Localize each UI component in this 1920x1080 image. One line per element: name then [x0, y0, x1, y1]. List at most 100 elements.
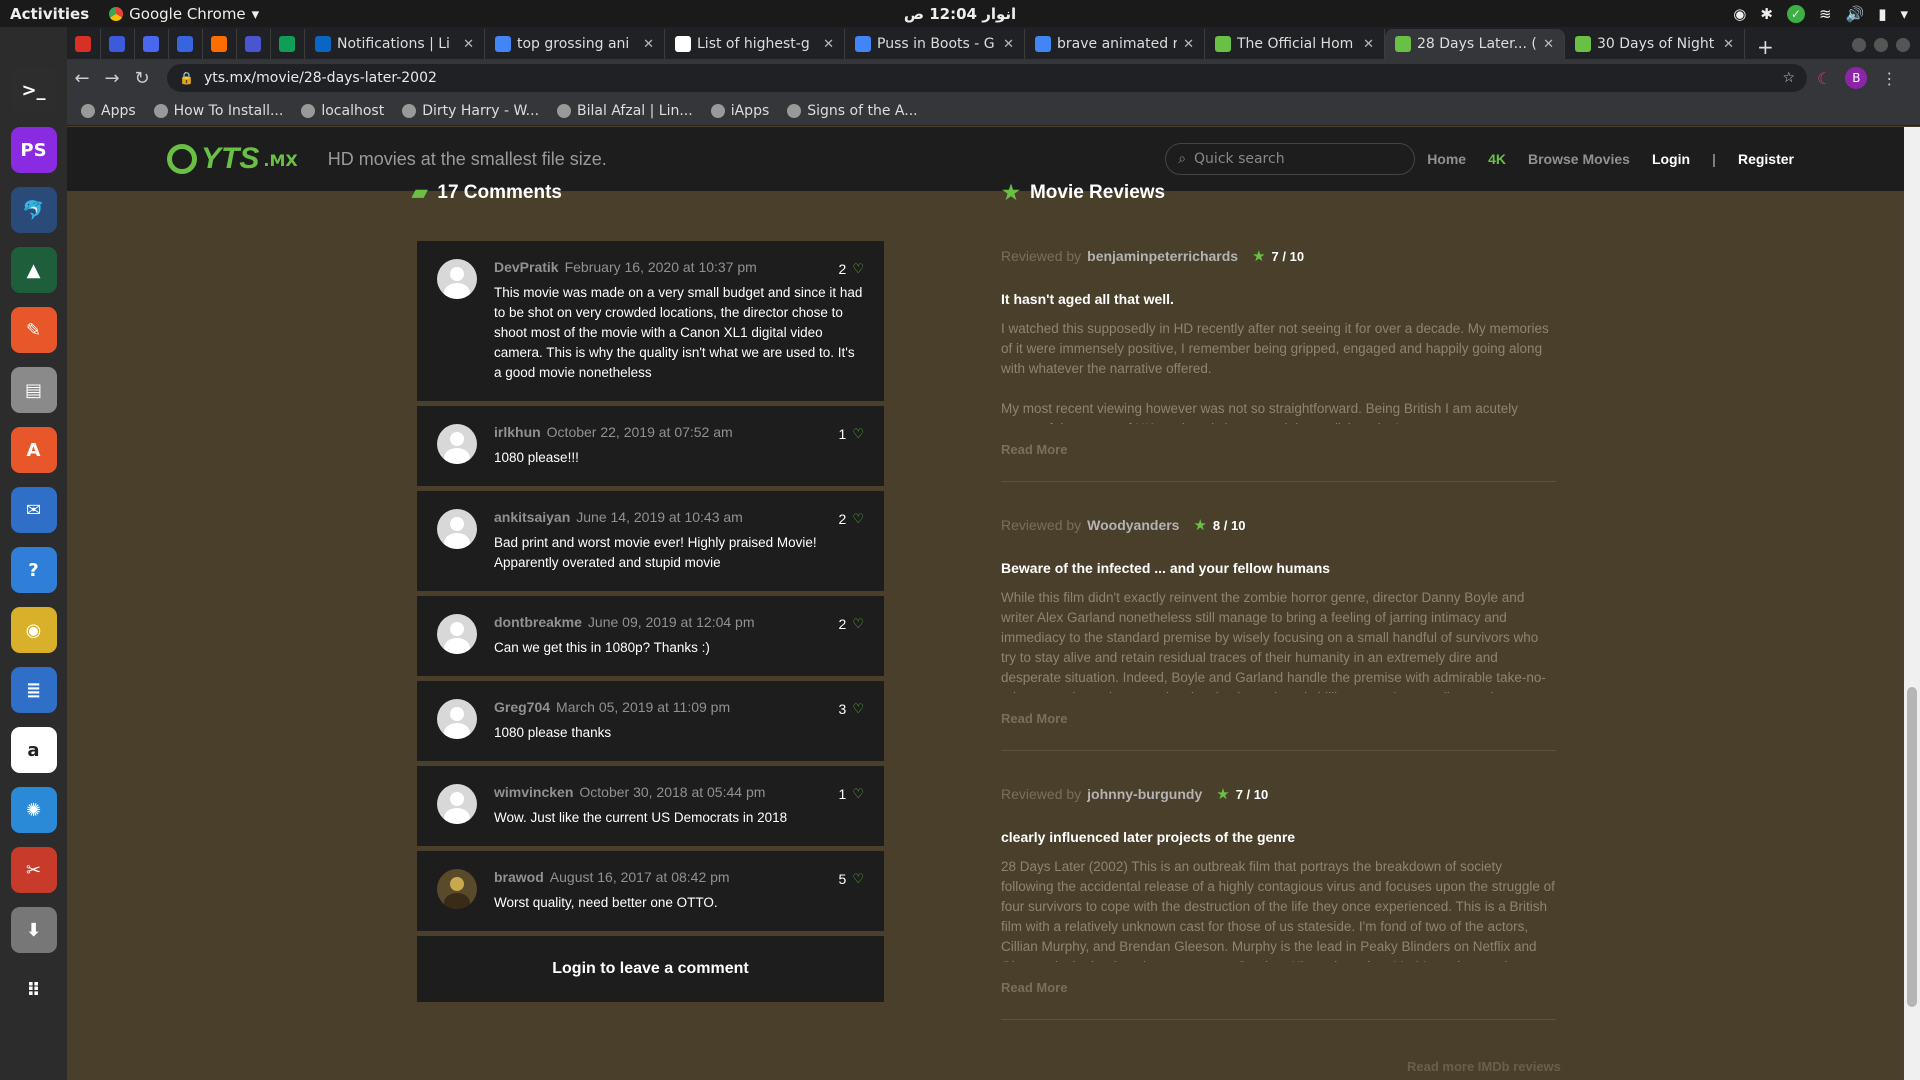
browser-tab-active[interactable]: 28 Days Later... (✕ [1385, 29, 1565, 59]
tools-icon[interactable]: ✂ [10, 847, 57, 893]
avatar[interactable] [437, 424, 477, 464]
review-author[interactable]: Woodyanders [1087, 517, 1179, 533]
close-icon[interactable]: ✕ [1543, 37, 1554, 52]
read-more-imdb-link[interactable]: Read more IMDb reviews [1407, 1059, 1561, 1074]
clock[interactable]: انوار 12:04 ص [904, 5, 1016, 23]
amazon-icon[interactable]: a [10, 727, 57, 773]
address-bar[interactable]: 🔒 yts.mx/movie/28-days-later-2002 ☆ [167, 64, 1807, 92]
nav-link[interactable]: Browse Movies [1528, 151, 1630, 167]
terminal-icon[interactable]: >_ [10, 67, 57, 113]
read-more-link[interactable]: Read More [1001, 980, 1556, 995]
like-button[interactable]: 2 ♡ [839, 261, 864, 277]
close-icon[interactable]: ✕ [463, 37, 474, 52]
browser-tab[interactable]: top grossing ani ✕ [485, 29, 665, 59]
like-button[interactable]: 1 ♡ [839, 786, 864, 802]
slack-icon[interactable]: ✱ [1760, 5, 1773, 23]
thunderbird-icon[interactable]: ✉ [10, 487, 57, 533]
volume-icon[interactable]: 🔊 [1846, 5, 1865, 23]
like-button[interactable]: 2 ♡ [839, 616, 864, 632]
browser-tab[interactable] [135, 29, 169, 59]
close-icon[interactable]: ✕ [1363, 37, 1374, 52]
like-button[interactable]: 3 ♡ [839, 701, 864, 717]
back-icon[interactable]: ← [67, 68, 97, 89]
comment-username[interactable]: wimvincken [494, 784, 573, 800]
read-more-link[interactable]: Read More [1001, 711, 1556, 726]
comment-username[interactable]: dontbreakme [494, 614, 582, 630]
comment-username[interactable]: Greg704 [494, 699, 550, 715]
new-tab-button[interactable]: + [1745, 35, 1786, 59]
comment-username[interactable]: DevPratik [494, 259, 559, 275]
installer-icon[interactable]: ⬇ [10, 907, 57, 953]
files-icon[interactable]: ▤ [10, 367, 57, 413]
browser-tab[interactable] [237, 29, 271, 59]
comment-username[interactable]: irlkhun [494, 424, 541, 440]
night-mode-extension-icon[interactable]: ☾ [1817, 69, 1831, 88]
battery-icon[interactable]: ▮ [1878, 5, 1886, 23]
like-button[interactable]: 1 ♡ [839, 426, 864, 442]
avatar[interactable] [437, 614, 477, 654]
avatar[interactable] [437, 869, 477, 909]
read-more-link[interactable]: Read More [1001, 442, 1556, 457]
libreoffice-writer-icon[interactable]: ≣ [10, 667, 57, 713]
browser-tab[interactable] [203, 29, 237, 59]
nav-link[interactable]: Register [1738, 151, 1794, 167]
browser-tab[interactable] [169, 29, 203, 59]
nav-link[interactable]: 4K [1488, 151, 1506, 167]
login-to-comment-button[interactable]: Login to leave a comment [417, 936, 884, 1002]
bookmark-item[interactable]: localhost [301, 103, 384, 119]
review-author[interactable]: benjaminpeterrichards [1087, 248, 1238, 264]
minimize-button[interactable] [1852, 38, 1866, 52]
site-logo[interactable]: YTS .MX [167, 142, 298, 176]
page-scrollbar[interactable] [1904, 127, 1920, 1080]
nav-link[interactable]: Home [1427, 151, 1466, 167]
browser-tab[interactable] [271, 29, 305, 59]
check-icon[interactable]: ✓ [1786, 4, 1805, 23]
browser-tab[interactable] [101, 29, 135, 59]
bookmark-item[interactable]: Signs of the A... [787, 103, 918, 119]
browser-tab[interactable]: List of highest-g ✕ [665, 29, 845, 59]
comment-username[interactable]: ankitsaiyan [494, 509, 570, 525]
software-center-icon[interactable]: A [10, 427, 57, 473]
close-icon[interactable]: ✕ [823, 37, 834, 52]
wifi-icon[interactable]: ≋ [1819, 5, 1832, 23]
bookmark-item[interactable]: Dirty Harry - W... [402, 103, 539, 119]
gitkraken-icon[interactable]: ▲ [10, 247, 57, 293]
browser-tab[interactable]: Puss in Boots - G ✕ [845, 29, 1025, 59]
avatar[interactable] [437, 784, 477, 824]
quick-search-input[interactable]: ⌕ Quick search [1165, 143, 1416, 175]
help-icon[interactable]: ? [10, 547, 57, 593]
close-window-button[interactable] [1896, 38, 1910, 52]
app-menu[interactable]: Google Chrome ▾ [109, 5, 259, 23]
close-icon[interactable]: ✕ [1723, 37, 1734, 52]
postman-icon[interactable]: ✎ [10, 307, 57, 353]
reload-icon[interactable]: ↻ [127, 68, 157, 89]
profile-avatar[interactable]: B [1845, 67, 1868, 89]
obs-icon[interactable]: ◉ [1733, 5, 1746, 23]
avatar[interactable] [437, 699, 477, 739]
url-text[interactable]: yts.mx/movie/28-days-later-2002 [204, 70, 437, 86]
nav-link[interactable]: Login [1652, 151, 1690, 167]
phpstorm-icon[interactable]: PS [10, 127, 57, 173]
app-grid-icon[interactable]: ⠿ [10, 967, 57, 1013]
bookmark-item[interactable]: Apps [81, 103, 136, 119]
comment-username[interactable]: brawod [494, 869, 544, 885]
bookmark-item[interactable]: iApps [710, 103, 769, 119]
activities-button[interactable]: Activities [0, 5, 99, 23]
bookmark-item[interactable]: Bilal Afzal | Lin... [557, 103, 693, 119]
browser-tab[interactable]: Notifications | Li ✕ [305, 29, 485, 59]
like-button[interactable]: 2 ♡ [839, 511, 864, 527]
scrollbar-thumb[interactable] [1907, 687, 1917, 1007]
lock-icon[interactable]: 🔒 [179, 71, 194, 85]
maximize-button[interactable] [1874, 38, 1888, 52]
browser-tab[interactable]: The Official Hom ✕ [1205, 29, 1385, 59]
forward-icon[interactable]: → [97, 68, 127, 89]
bookmark-item[interactable]: How To Install... [153, 103, 283, 119]
system-tray[interactable]: ◉ ✱ ✓ ≋ 🔊 ▮ ▾ [1733, 4, 1908, 23]
avatar[interactable] [437, 259, 477, 299]
browser-tab[interactable] [67, 29, 101, 59]
review-author[interactable]: johnny-burgundy [1087, 786, 1202, 802]
menu-kebab-icon[interactable]: ⋮ [1881, 69, 1897, 88]
avatar[interactable] [437, 509, 477, 549]
mysql-workbench-icon[interactable]: 🐬 [10, 187, 57, 233]
settings-icon[interactable]: ✺ [10, 787, 57, 833]
